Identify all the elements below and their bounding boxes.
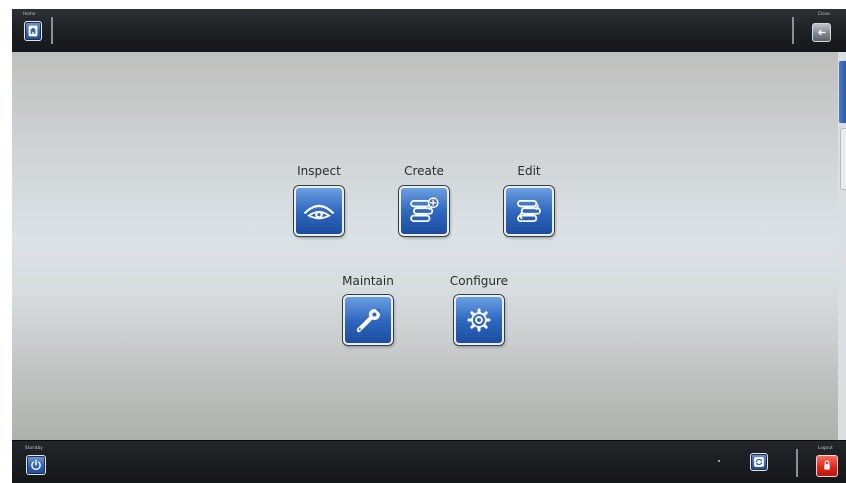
close-button[interactable]: [812, 23, 831, 42]
inspect-button[interactable]: [294, 186, 344, 236]
edit-label: Edit: [517, 164, 541, 178]
back-arrow-icon: [818, 29, 826, 36]
scroll-add-icon: [410, 197, 439, 223]
scroll-icon: [517, 199, 541, 223]
standby-label: Standby: [25, 445, 43, 450]
side-tab[interactable]: [840, 128, 846, 190]
main-menu-area: [12, 52, 838, 440]
top-left-divider: [51, 17, 53, 44]
side-tab-active[interactable]: [838, 60, 846, 124]
edit-button[interactable]: [504, 186, 554, 236]
gear-icon: [467, 308, 491, 332]
create-label: Create: [404, 164, 444, 178]
logout-label: Logout: [818, 445, 833, 450]
top-right-divider: [792, 17, 794, 44]
top-bar: Home Close: [12, 9, 846, 53]
power-icon: [31, 459, 41, 471]
home-icon: [28, 25, 38, 37]
inspect-label: Inspect: [297, 164, 341, 178]
create-button[interactable]: [399, 186, 449, 236]
standby-button[interactable]: [26, 455, 46, 475]
eye-icon: [304, 204, 334, 220]
bottom-bar: Standby Logout: [12, 440, 846, 483]
logout-button[interactable]: [816, 455, 838, 477]
bottom-right-divider: [796, 449, 798, 477]
configure-label: Configure: [449, 274, 509, 288]
app-window: Home Close Inspect Create Edit Maintain …: [0, 0, 846, 483]
wrench-icon: [356, 308, 380, 333]
status-dot: [718, 460, 720, 462]
home-button[interactable]: [24, 21, 42, 41]
close-label: Close: [818, 11, 830, 16]
refresh-icon: [754, 457, 764, 467]
configure-button[interactable]: [454, 295, 504, 345]
home-label: Home: [23, 11, 36, 16]
maintain-label: Maintain: [342, 274, 394, 288]
logout-icon: [824, 460, 830, 470]
sync-button[interactable]: [750, 453, 768, 471]
maintain-button[interactable]: [343, 295, 393, 345]
